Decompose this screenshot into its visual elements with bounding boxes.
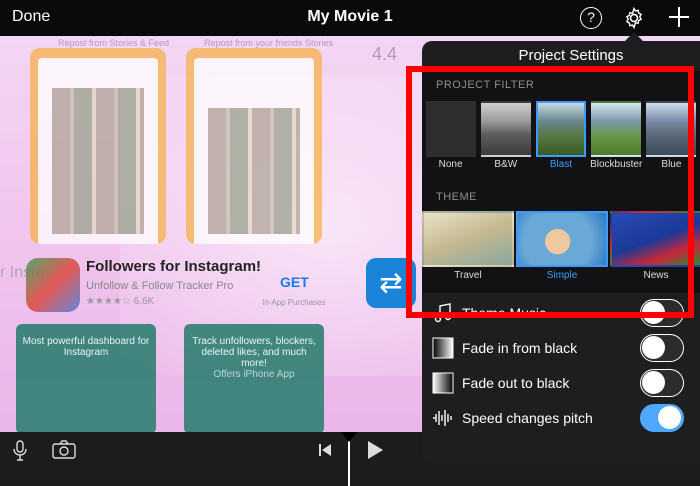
bg-app-title: Followers for Instagram! <box>86 258 262 275</box>
speed-pitch-toggle[interactable] <box>640 403 684 432</box>
filter-label: B&W <box>494 159 518 170</box>
blast-swatch <box>536 101 586 157</box>
none-swatch <box>425 101 476 157</box>
speed-pitch-label: Speed changes pitch <box>462 409 593 426</box>
bg-tag-left: Repost from Stories & Feed <box>58 38 170 48</box>
help-icon[interactable]: ? <box>580 7 602 29</box>
theme-simple[interactable]: Simple <box>516 211 608 293</box>
filter-strip: None B&W Blast Blockbuster Blue <box>422 99 700 183</box>
skip-back-icon[interactable] <box>318 443 332 457</box>
fade-in-icon <box>432 337 454 358</box>
bg-phone-right <box>186 48 322 244</box>
fade-out-row: Fade out to black <box>422 365 700 400</box>
fade-out-toggle[interactable] <box>640 368 684 397</box>
add-icon[interactable] <box>666 4 692 30</box>
news-theme <box>610 211 700 267</box>
blue-swatch <box>646 101 697 157</box>
theme-label: Simple <box>546 270 578 281</box>
bg-app-icon <box>26 258 80 312</box>
filter-blockbuster[interactable]: Blockbuster <box>590 99 643 183</box>
bg-app-subtitle: Unfollow & Follow Tracker Pro <box>86 280 234 292</box>
bg-tag-right: Repost from your friends Stories <box>204 38 334 48</box>
theme-music-row: Theme Music <box>422 295 700 330</box>
camera-icon[interactable] <box>52 440 76 460</box>
filter-blast[interactable]: Blast <box>534 99 587 183</box>
bg-in-app: In-App Purchases <box>262 298 326 307</box>
popover-title: Project Settings <box>518 47 624 64</box>
music-note-icon <box>434 302 452 322</box>
theme-music-toggle[interactable] <box>640 298 684 327</box>
project-settings-popover: Project Settings PROJECT FILTER None B&W… <box>422 41 700 463</box>
bg-rating: 4.4 <box>372 44 398 64</box>
bg-card-1: Most powerful dashboard for Instagram <box>16 324 156 432</box>
fade-out-icon <box>432 372 454 393</box>
travel-theme <box>422 211 514 267</box>
bg-app-ratings: ★★★★☆ 6.6K <box>86 296 155 307</box>
filter-label: Blue <box>661 159 682 170</box>
filter-label: None <box>438 159 463 170</box>
bw-swatch <box>480 101 531 157</box>
filter-blue[interactable]: Blue <box>645 99 698 183</box>
fade-in-label: Fade in from black <box>462 339 578 356</box>
play-icon[interactable] <box>366 440 384 460</box>
speed-pitch-row: Speed changes pitch <box>422 400 700 435</box>
filter-label: Blockbuster <box>590 159 643 170</box>
project-filter-heading: PROJECT FILTER <box>422 71 700 99</box>
theme-news[interactable]: News <box>610 211 700 293</box>
bg-card-2-text: Track unfollowers, blockers, deleted lik… <box>192 336 316 369</box>
simple-theme <box>516 211 608 267</box>
filter-label: Blast <box>549 159 573 170</box>
bg-card-2: Track unfollowers, blockers, deleted lik… <box>184 324 324 432</box>
fade-in-row: Fade in from black <box>422 330 700 365</box>
filter-none[interactable]: None <box>424 99 477 183</box>
filter-bw[interactable]: B&W <box>479 99 532 183</box>
bg-repost-icon: ⇄ <box>366 258 416 308</box>
theme-music-label: Theme Music <box>462 304 547 321</box>
theme-heading: THEME <box>422 183 700 211</box>
bg-card-2-extra: Offers iPhone App <box>213 369 295 380</box>
bg-get-label: GET <box>280 274 309 290</box>
theme-label: News <box>643 270 669 281</box>
gear-icon[interactable] <box>622 6 646 30</box>
top-bar: Done My Movie 1 ? <box>0 0 700 36</box>
fade-in-toggle[interactable] <box>640 333 684 362</box>
bg-phone-left <box>30 48 166 244</box>
theme-label: Travel <box>454 270 482 281</box>
theme-travel[interactable]: Travel <box>422 211 514 293</box>
theme-strip: Travel Simple News <box>422 211 700 293</box>
waveform-icon <box>433 409 452 426</box>
done-button[interactable]: Done <box>12 8 50 26</box>
blockbuster-swatch <box>591 101 642 157</box>
fade-out-label: Fade out to black <box>462 374 570 391</box>
microphone-icon[interactable] <box>12 440 28 462</box>
playhead-notch <box>341 432 357 442</box>
